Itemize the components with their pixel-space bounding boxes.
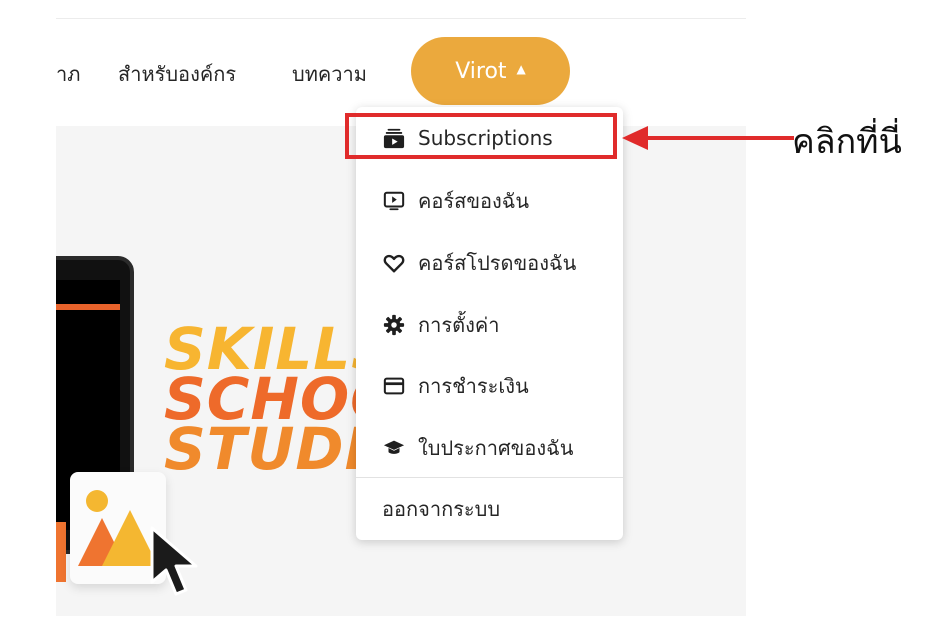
top-divider — [56, 18, 746, 19]
menu-item-label: คอร์สของฉัน — [418, 189, 530, 213]
callout-label: คลิกที่นี่ — [792, 122, 902, 162]
nav-link-articles[interactable]: บทความ — [292, 58, 367, 90]
menu-item-label: ออกจากระบบ — [382, 497, 501, 521]
user-name: Virot — [455, 58, 507, 84]
menu-item-my-courses[interactable]: คอร์สของฉัน — [356, 175, 623, 227]
gear-icon — [382, 313, 406, 337]
annotation-arrow-icon — [622, 126, 794, 150]
menu-item-favorite-courses[interactable]: คอร์สโปรดของฉัน — [356, 237, 623, 289]
menu-divider — [356, 477, 623, 478]
user-dropdown-menu: Subscriptions คอร์สของฉัน คอร์สโปรดของฉั… — [356, 107, 623, 540]
caret-up-icon: ▲ — [516, 62, 526, 76]
menu-item-label: คอร์สโปรดของฉัน — [418, 251, 577, 275]
menu-item-label: ใบประกาศของฉัน — [418, 436, 574, 460]
nav-link-for-organizations[interactable]: สำหรับองค์กร — [118, 58, 236, 90]
menu-item-logout[interactable]: ออกจากระบบ — [356, 483, 649, 535]
decorative-shape — [56, 522, 66, 582]
credit-card-icon — [382, 374, 406, 398]
menu-item-certificates[interactable]: ใบประกาศของฉัน — [356, 422, 623, 474]
mouse-cursor-icon — [150, 526, 198, 596]
play-screen-icon — [382, 189, 406, 213]
sun-shape — [86, 490, 108, 512]
menu-item-settings[interactable]: การตั้งค่า — [356, 299, 623, 351]
nav-link-partial[interactable]: าภ — [56, 58, 80, 90]
menu-item-payment[interactable]: การชำระเงิน — [356, 360, 623, 412]
graduation-cap-icon — [382, 436, 406, 460]
device-strip — [56, 304, 120, 310]
highlight-box — [345, 113, 617, 159]
menu-item-label: การชำระเงิน — [418, 374, 529, 398]
user-menu-button[interactable]: Virot ▲ — [411, 37, 570, 105]
menu-item-label: การตั้งค่า — [418, 313, 500, 337]
heart-icon — [382, 251, 406, 275]
